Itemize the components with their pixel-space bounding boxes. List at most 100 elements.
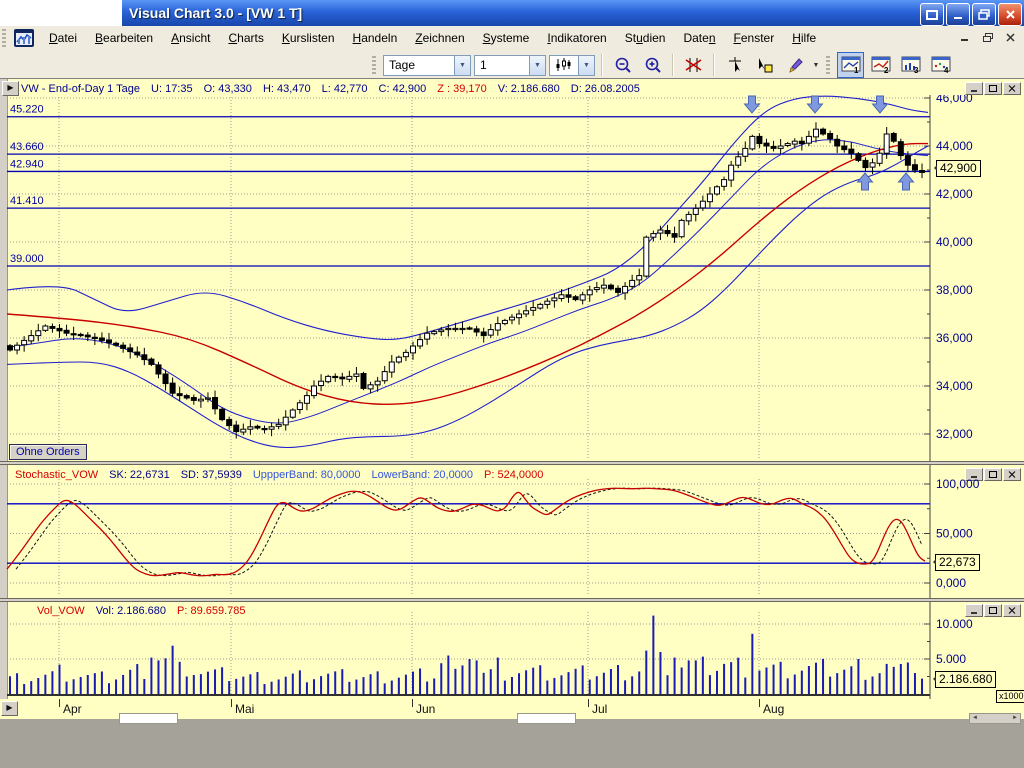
menu-item-zeichnen[interactable]: Zeichnen bbox=[406, 29, 473, 47]
volume-bar bbox=[582, 665, 584, 694]
restore-icon bbox=[978, 9, 990, 20]
volume-bar bbox=[815, 663, 817, 694]
volume-bar bbox=[264, 684, 266, 694]
period-combobox[interactable]: Tage▼ bbox=[383, 55, 471, 76]
scroll-left-icon[interactable]: ◄ bbox=[972, 714, 978, 723]
axis-label: 32,000 bbox=[936, 427, 973, 441]
collapse-panel-button[interactable]: ▶ bbox=[2, 81, 19, 96]
main-price-chart[interactable]: 46,00044,00042,00040,00038,00036,00034,0… bbox=[0, 95, 1024, 461]
chart-layout-3-button[interactable]: 3 bbox=[897, 52, 924, 78]
menu-item-studien[interactable]: Studien bbox=[616, 29, 675, 47]
volume-bar bbox=[214, 669, 216, 694]
volume-bar bbox=[256, 672, 258, 694]
minimize-button[interactable] bbox=[946, 3, 970, 26]
pointer-tool-button[interactable] bbox=[721, 52, 748, 78]
close-button[interactable] bbox=[998, 3, 1022, 26]
volume-bar bbox=[334, 671, 336, 694]
volume-bar bbox=[518, 673, 520, 694]
ohlc-readout: VW - End-of-Day 1 TageU: 17:35O: 43,330H… bbox=[21, 83, 651, 95]
menu-item-daten[interactable]: Daten bbox=[674, 29, 724, 47]
volume-bar bbox=[348, 682, 350, 694]
chart-layout-4-button[interactable]: 4 bbox=[927, 52, 954, 78]
menu-items: DateiBearbeitenAnsichtChartsKurslistenHa… bbox=[40, 29, 825, 47]
axis-label: 0,000 bbox=[936, 576, 966, 590]
menu-item-indikatoren[interactable]: Indikatoren bbox=[538, 29, 615, 47]
marker-pen-button[interactable] bbox=[781, 52, 808, 78]
menu-item-handeln[interactable]: Handeln bbox=[344, 29, 407, 47]
panel-minimize-button[interactable] bbox=[965, 82, 983, 95]
volume-bar bbox=[9, 676, 11, 694]
annotation-pointer-button[interactable] bbox=[751, 52, 778, 78]
volume-bar bbox=[688, 660, 690, 694]
orders-status-button[interactable]: Ohne Orders bbox=[9, 444, 87, 460]
layout-4-icon: 4 bbox=[931, 56, 951, 74]
volume-bar bbox=[412, 672, 414, 694]
toolbar-grip-2[interactable] bbox=[826, 56, 830, 74]
volume-bar bbox=[659, 652, 661, 694]
menu-item-ansicht[interactable]: Ansicht bbox=[162, 29, 219, 47]
menu-item-charts[interactable]: Charts bbox=[219, 29, 272, 47]
axis-label: 50,000 bbox=[936, 527, 973, 541]
axis-label: 46,000 bbox=[936, 95, 973, 105]
chart-layout-2-button[interactable]: 2 bbox=[867, 52, 894, 78]
erase-tool-button[interactable] bbox=[680, 52, 707, 78]
level-label: 42.940 bbox=[10, 158, 44, 170]
level-label: 43.660 bbox=[10, 141, 44, 153]
close-icon bbox=[1005, 9, 1016, 20]
volume-bar bbox=[101, 671, 103, 694]
header-field: VW - End-of-Day 1 Tage bbox=[21, 83, 140, 95]
chart-style-combobox[interactable]: ▼ bbox=[549, 55, 595, 76]
volume-bar bbox=[695, 660, 697, 694]
horizontal-scrollbar[interactable]: ◄► bbox=[969, 713, 1021, 724]
volume-bar bbox=[589, 680, 591, 694]
zoom-out-icon bbox=[614, 56, 632, 74]
mdi-close-button[interactable] bbox=[1003, 31, 1018, 44]
volume-bar bbox=[645, 651, 647, 694]
volume-bar bbox=[886, 664, 888, 694]
menu-item-hilfe[interactable]: Hilfe bbox=[783, 29, 825, 47]
volume-bar bbox=[363, 677, 365, 694]
cursor-icon bbox=[728, 57, 742, 73]
menu-item-fenster[interactable]: Fenster bbox=[725, 29, 784, 47]
chart-window: ▶ VW - End-of-Day 1 TageU: 17:35O: 43,33… bbox=[0, 78, 1024, 719]
svg-text:3: 3 bbox=[914, 66, 919, 74]
zoom-in-button[interactable] bbox=[639, 52, 666, 78]
compression-combobox[interactable]: 1▼ bbox=[474, 55, 546, 76]
volume-bar bbox=[228, 681, 230, 694]
volume-chart[interactable]: 10.0005.000 bbox=[0, 602, 1024, 699]
time-tick bbox=[231, 699, 232, 707]
menu-item-kurslisten[interactable]: Kurslisten bbox=[273, 29, 344, 47]
zoom-out-button[interactable] bbox=[609, 52, 636, 78]
panel-close-button[interactable] bbox=[1003, 82, 1021, 95]
fullscreen-button[interactable] bbox=[920, 3, 944, 26]
volume-bar bbox=[320, 676, 322, 694]
volume-bar bbox=[511, 677, 513, 694]
volume-bar bbox=[765, 668, 767, 694]
panel-maximize-button[interactable] bbox=[984, 82, 1002, 95]
scroll-right-icon[interactable]: ► bbox=[1012, 714, 1018, 723]
svg-text:1: 1 bbox=[854, 66, 859, 74]
marker-pen-dropdown[interactable]: ▼ bbox=[811, 62, 821, 69]
volume-bar bbox=[702, 657, 704, 694]
toolbar-grip[interactable] bbox=[372, 56, 376, 74]
menu-bar: DateiBearbeitenAnsichtChartsKurslistenHa… bbox=[0, 26, 1024, 50]
visual-chart-app: Visual Chart 3.0 - [VW 1 T] DateiBearbei… bbox=[0, 0, 1024, 768]
menu-item-datei[interactable]: Datei bbox=[40, 29, 86, 47]
volume-bar bbox=[221, 667, 223, 694]
month-label: Apr bbox=[63, 702, 82, 716]
menu-item-bearbeiten[interactable]: Bearbeiten bbox=[86, 29, 162, 47]
volume-bar bbox=[165, 658, 167, 694]
up-arrow-icon bbox=[899, 173, 914, 190]
volume-bar bbox=[461, 665, 463, 694]
app-icon[interactable] bbox=[14, 29, 34, 47]
menubar-grip[interactable] bbox=[2, 29, 6, 47]
restore-button[interactable] bbox=[972, 3, 996, 26]
mdi-minimize-button[interactable] bbox=[957, 31, 972, 44]
chart-layout-1-button[interactable]: 1 bbox=[837, 52, 864, 78]
header-field: Z : 39,170 bbox=[437, 83, 487, 95]
stochastic-chart[interactable]: 100,00050,0000,000 bbox=[0, 465, 1024, 598]
volume-bar bbox=[313, 679, 315, 694]
menu-item-systeme[interactable]: Systeme bbox=[474, 29, 539, 47]
volume-bar bbox=[370, 674, 372, 694]
mdi-restore-button[interactable] bbox=[980, 31, 995, 44]
